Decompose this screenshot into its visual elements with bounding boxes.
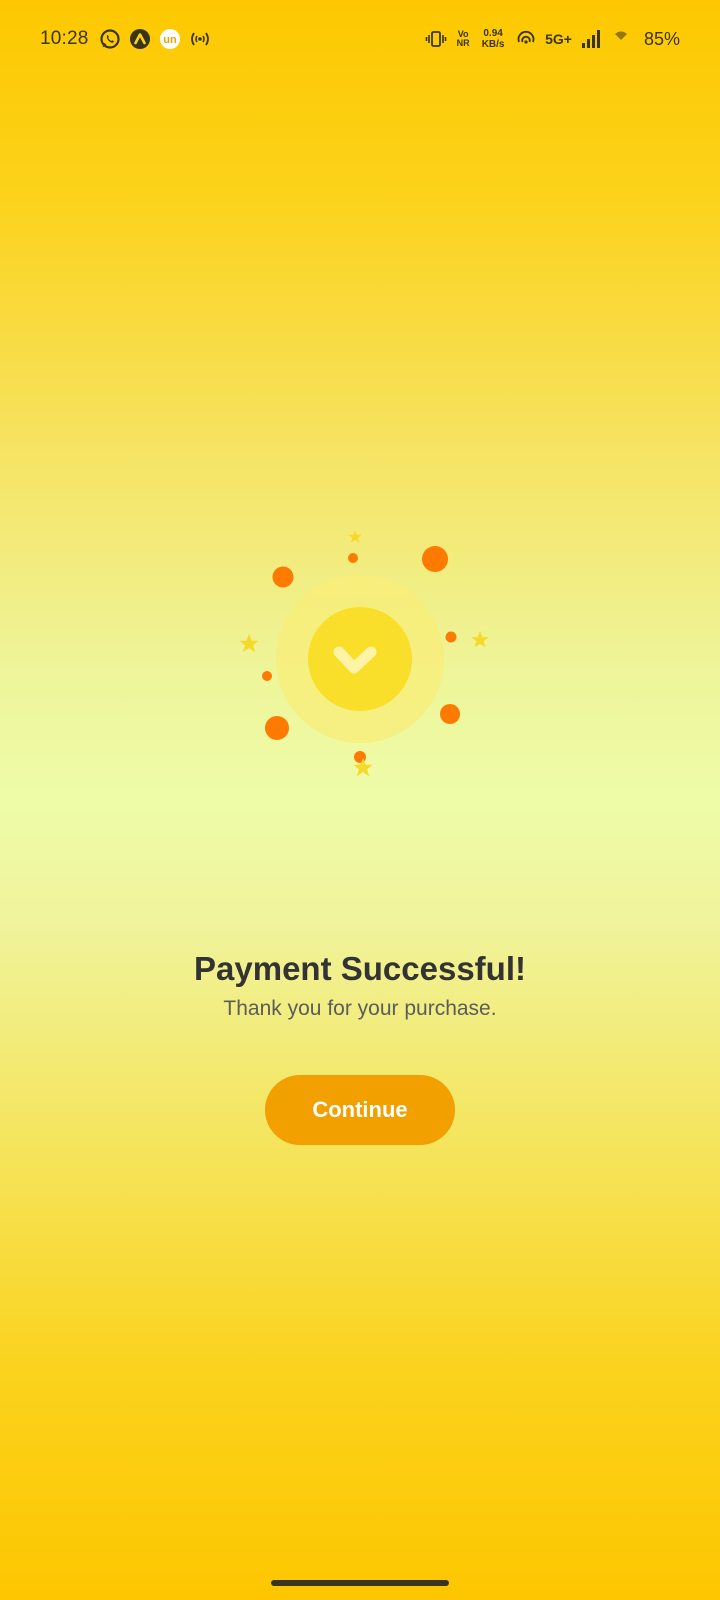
confetti-dot bbox=[262, 671, 272, 681]
continue-button[interactable]: Continue bbox=[265, 1075, 455, 1145]
success-illustration bbox=[239, 530, 489, 777]
confetti-dot bbox=[445, 631, 457, 643]
home-indicator[interactable] bbox=[271, 1580, 449, 1586]
confetti-dot bbox=[348, 553, 358, 563]
confetti-dot bbox=[272, 566, 294, 588]
star-icon bbox=[471, 630, 489, 648]
confetti-dot bbox=[422, 546, 448, 572]
confetti-dot bbox=[440, 704, 460, 724]
confetti-dot bbox=[265, 716, 289, 740]
success-title: Payment Successful! bbox=[194, 950, 526, 987]
star-icon bbox=[239, 633, 259, 653]
star-icon bbox=[348, 530, 362, 543]
success-subtitle: Thank you for your purchase. bbox=[223, 997, 497, 1020]
